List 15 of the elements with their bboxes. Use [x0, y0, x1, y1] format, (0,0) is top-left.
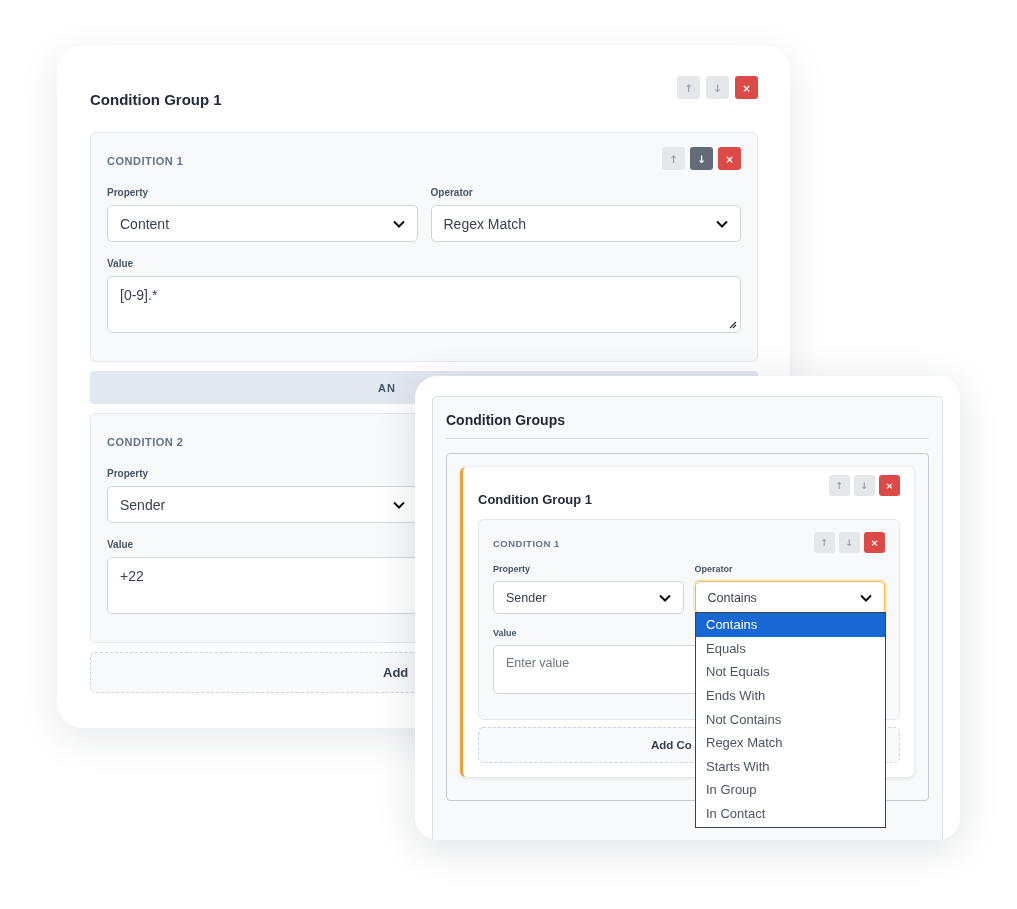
condition-title: CONDITION 1	[493, 537, 560, 549]
group-title: Condition Group 1	[478, 492, 593, 507]
field-label: Property	[107, 468, 149, 479]
field-label: Operator	[694, 564, 733, 574]
condition-title: CONDITION 2	[107, 436, 184, 448]
field-label: Operator	[430, 187, 473, 198]
panel-title: Condition Groups	[446, 397, 929, 439]
field-label: Property	[107, 187, 149, 198]
connector-label: AN	[378, 381, 396, 394]
field-label: Value	[107, 258, 134, 269]
field-label: Value	[493, 628, 517, 638]
field-label: Property	[493, 564, 530, 574]
group-title: Condition Group 1	[90, 90, 222, 108]
condition-title: CONDITION 1	[107, 155, 184, 167]
field-label: Value	[107, 539, 134, 550]
